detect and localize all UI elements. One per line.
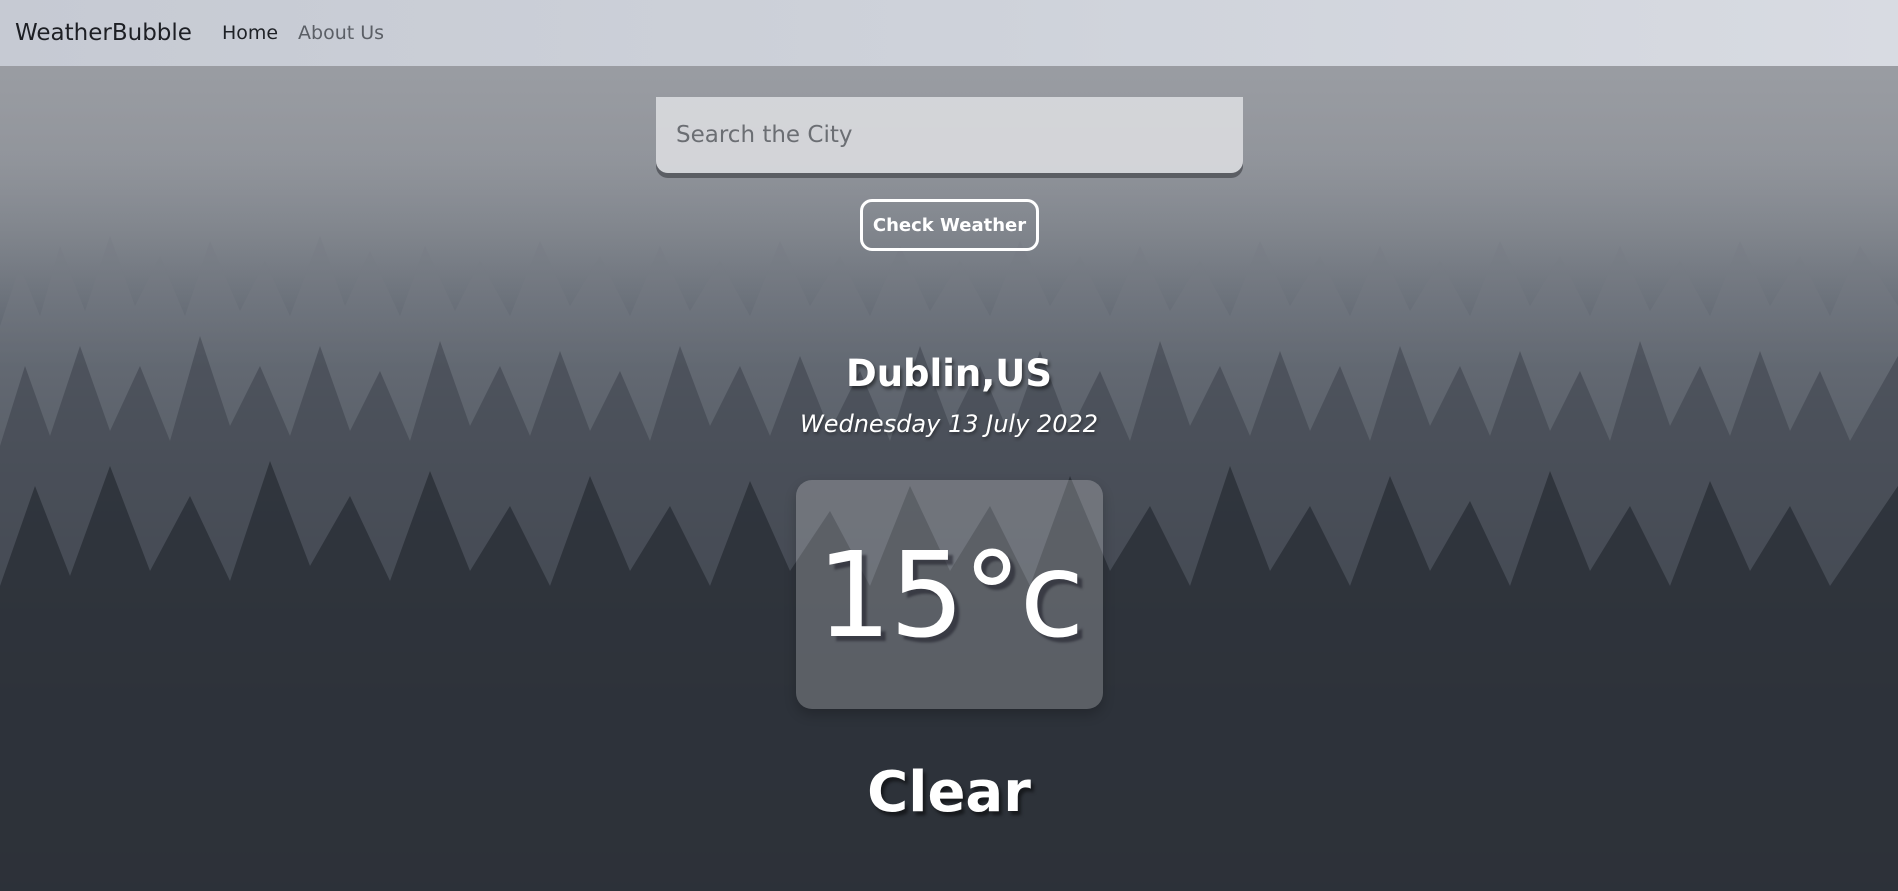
nav-link-about-us[interactable]: About Us	[298, 22, 384, 44]
current-date: Wednesday 13 July 2022	[799, 410, 1099, 438]
top-navbar: WeatherBubble Home About Us	[0, 0, 1898, 66]
temperature-value: 15°c	[816, 525, 1084, 664]
temperature-card: 15°c	[796, 480, 1103, 709]
city-search-input[interactable]	[674, 121, 1243, 149]
check-weather-button[interactable]: Check Weather	[860, 199, 1039, 251]
nav-link-home[interactable]: Home	[222, 22, 278, 44]
weather-condition: Clear	[867, 760, 1031, 825]
brand-logo-text[interactable]: WeatherBubble	[15, 20, 192, 46]
location-name: Dublin,US	[846, 352, 1052, 395]
search-box	[656, 97, 1243, 173]
